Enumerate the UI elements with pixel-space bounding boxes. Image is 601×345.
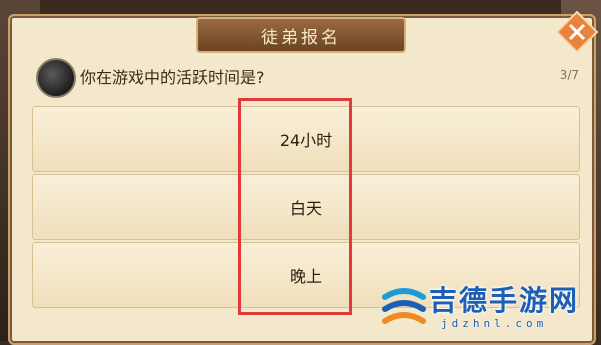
dialog-title: 徒弟报名 [261, 27, 341, 48]
master-avatar-icon [36, 58, 76, 98]
close-icon [555, 10, 599, 54]
jidezhijia-logo-icon [382, 288, 426, 324]
watermark: 吉德手游网 jdzhnl.com [381, 277, 591, 335]
question-progress: 3/7 [559, 68, 579, 82]
close-button[interactable] [555, 10, 599, 54]
highlight-box [238, 98, 352, 315]
question-text: 你在游戏中的活跃时间是? [80, 68, 265, 87]
dialog-title-bar: 徒弟报名 [196, 17, 406, 53]
watermark-text: 吉德手游网 [429, 284, 580, 317]
watermark-url: jdzhnl.com [441, 317, 548, 330]
